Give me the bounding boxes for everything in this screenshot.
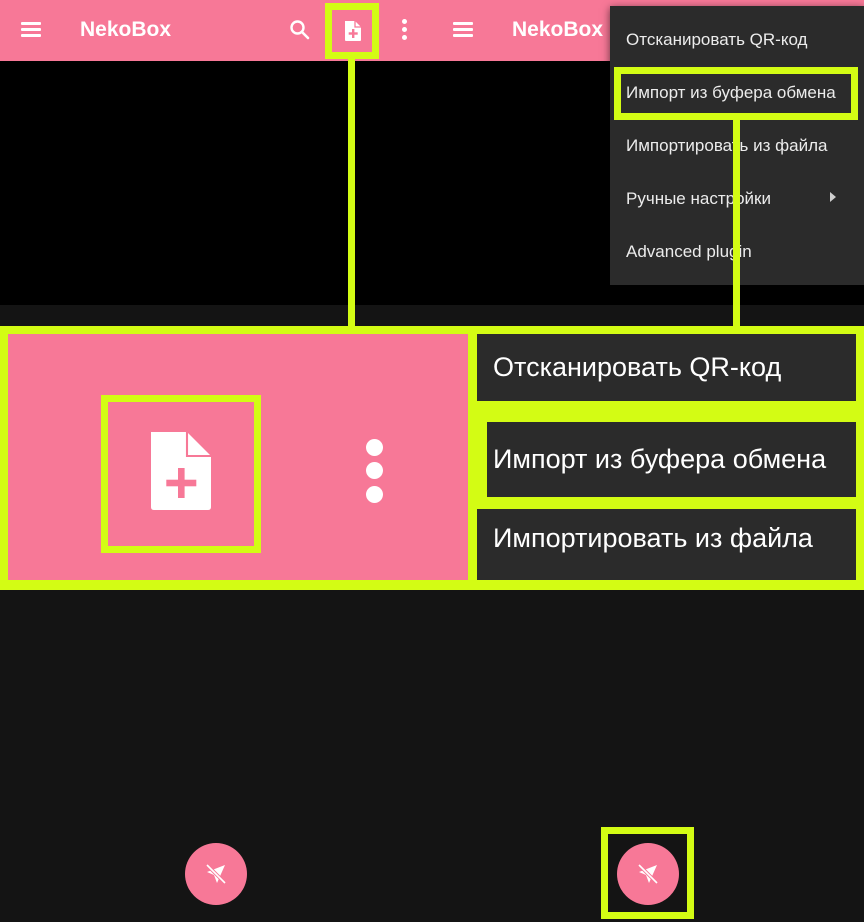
more-vert-icon (366, 439, 384, 505)
more-vert-icon[interactable] (400, 19, 410, 41)
hamburger-icon[interactable] (453, 22, 473, 38)
connect-fab-left[interactable] (185, 843, 247, 905)
zoom-item-import-clipboard: Импорт из буфера обмена (487, 421, 856, 497)
submenu-arrow-icon (830, 192, 836, 202)
menu-item-import-file[interactable]: Импортировать из файла (626, 136, 827, 156)
app-title: NekoBox (512, 18, 604, 41)
highlight-add-icon (325, 3, 379, 59)
left-content-area (0, 61, 432, 305)
menu-item-manual-settings[interactable]: Ручные настройки (626, 189, 771, 209)
file-add-icon (151, 432, 211, 510)
connector-line-left (348, 59, 355, 329)
connector-line-right (733, 120, 740, 329)
highlight-zoom-import-clipboard: Импорт из буфера обмена (477, 408, 864, 502)
app-title: NekoBox (80, 18, 172, 41)
send-off-icon (637, 863, 659, 885)
zoom-item-import-file: Импортировать из файла (477, 509, 856, 580)
search-icon[interactable] (288, 18, 312, 42)
highlight-menu-import-clipboard (614, 67, 858, 120)
menu-item-scan-qr[interactable]: Отсканировать QR-код (626, 30, 807, 50)
hamburger-icon[interactable] (21, 22, 41, 38)
zoom-item-scan-qr: Отсканировать QR-код (477, 334, 856, 401)
send-off-icon (205, 863, 227, 885)
connect-fab-right[interactable] (617, 843, 679, 905)
